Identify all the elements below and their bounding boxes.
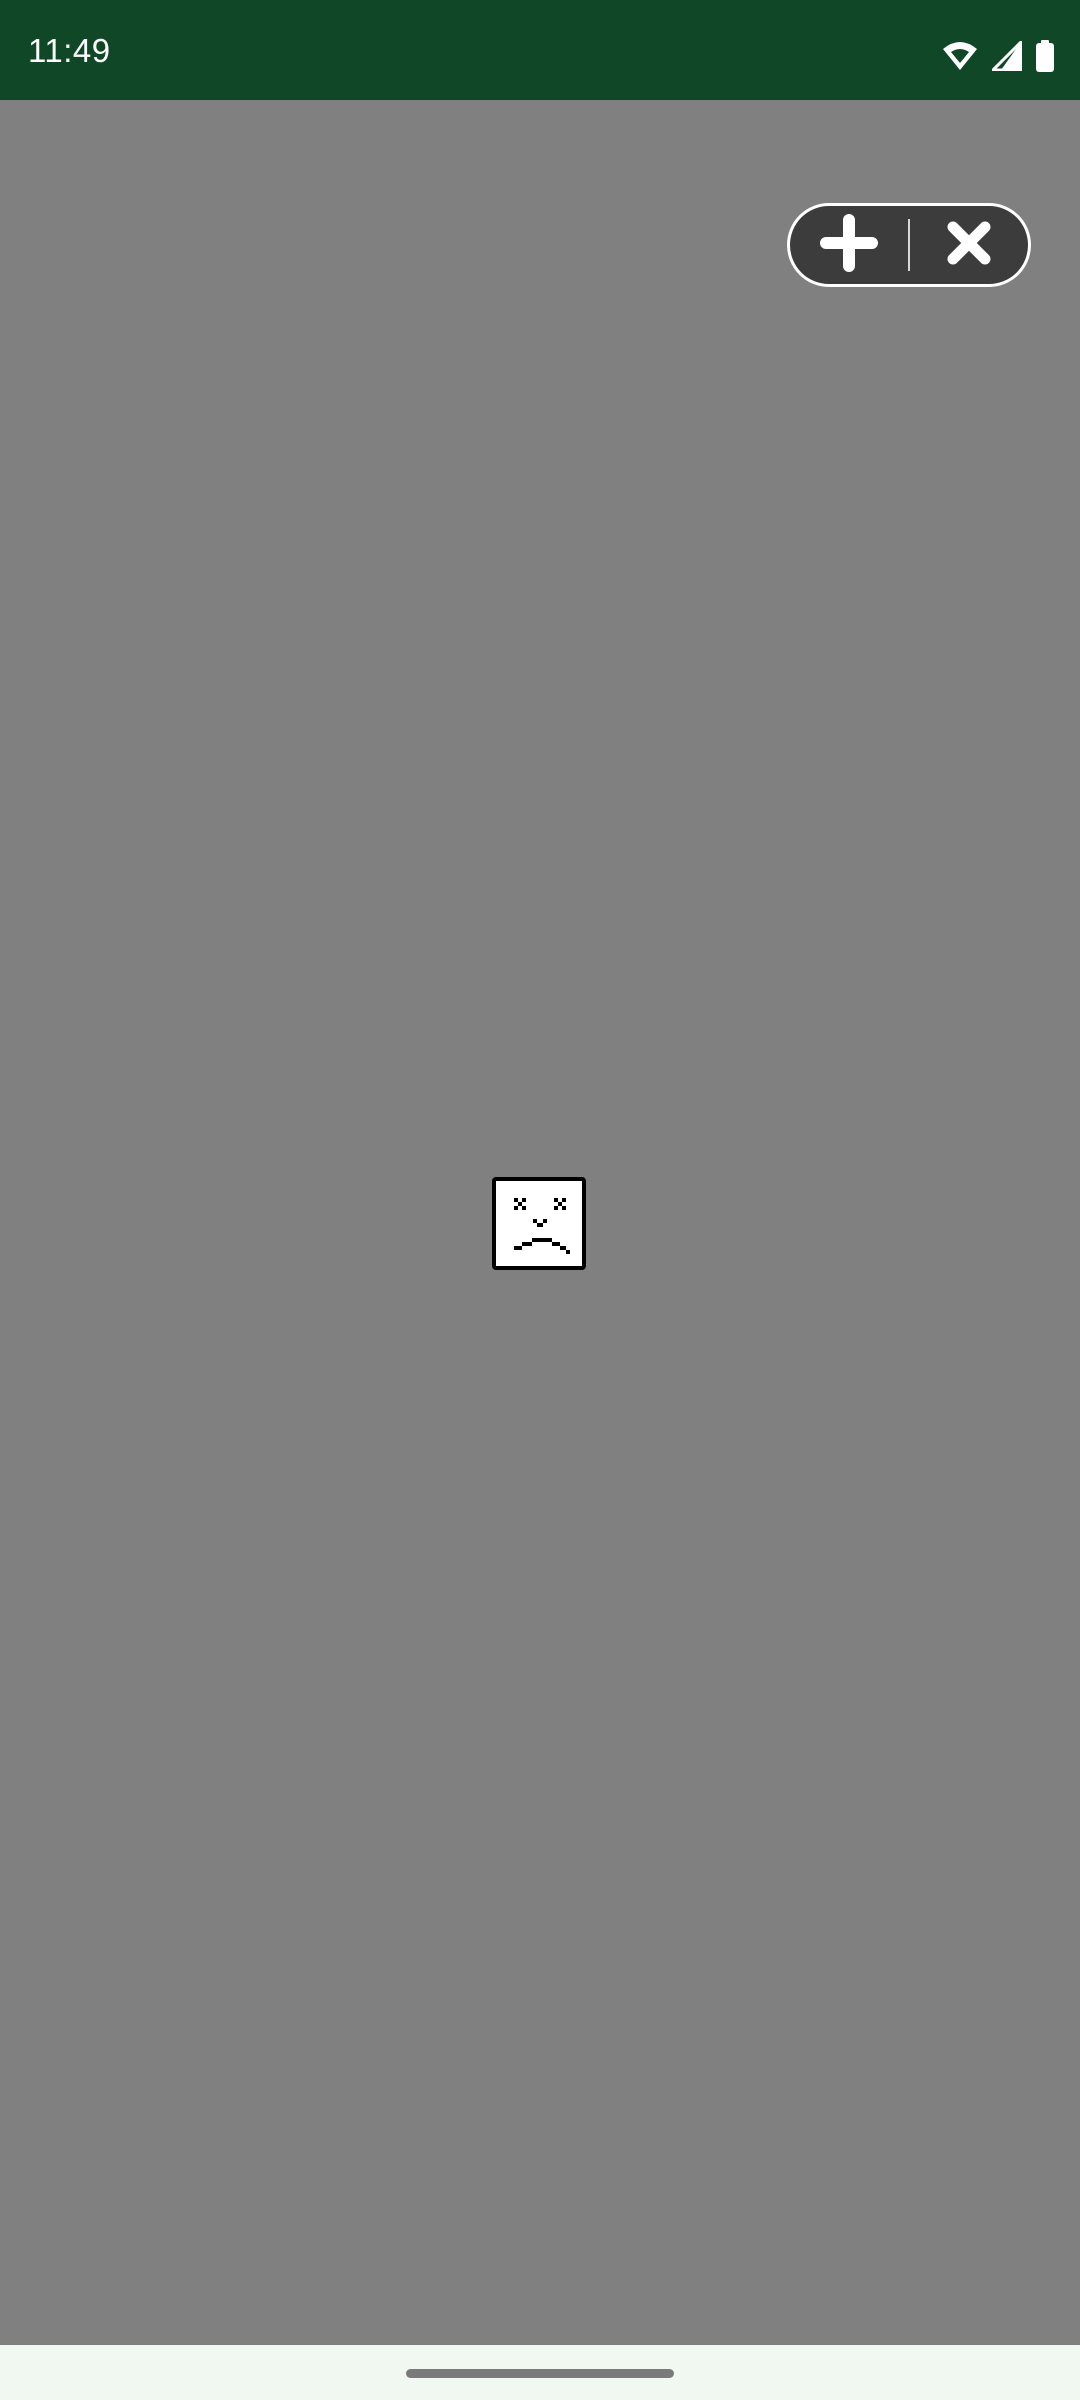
plus-icon bbox=[820, 213, 878, 277]
battery-icon bbox=[1036, 40, 1054, 72]
broken-image-icon bbox=[492, 1177, 586, 1270]
status-time: 11:49 bbox=[28, 32, 111, 69]
signal-icon bbox=[992, 41, 1022, 71]
status-icons bbox=[942, 40, 1054, 72]
status-bar: 11:49 bbox=[0, 0, 1080, 100]
add-button[interactable] bbox=[790, 206, 908, 284]
close-button[interactable] bbox=[910, 206, 1028, 284]
close-icon bbox=[945, 219, 993, 272]
overlay-controls bbox=[787, 203, 1031, 287]
screen: 11:49 bbox=[0, 0, 1080, 2400]
wifi-icon bbox=[942, 41, 978, 71]
home-indicator[interactable] bbox=[406, 2369, 674, 2378]
